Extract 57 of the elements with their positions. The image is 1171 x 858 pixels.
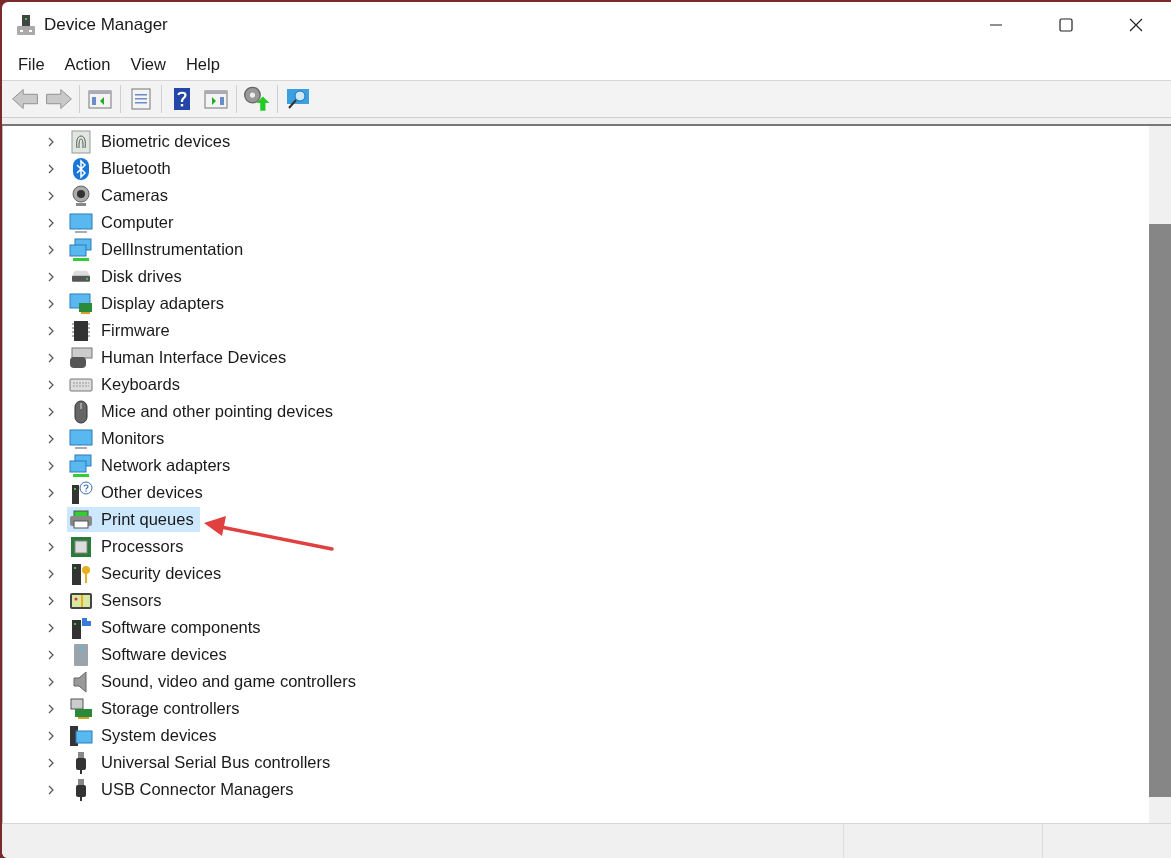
tree-item[interactable]: System devices [67,723,223,748]
networked-computers-icon [69,237,93,262]
menu-item[interactable]: View [120,50,176,78]
tower-monitor-icon [69,723,93,748]
unknown-device-icon [69,480,93,505]
tree-item[interactable]: Sensors [67,588,168,613]
keyboard-gamepad-icon [69,345,93,370]
tree-item[interactable]: Storage controllers [67,696,246,721]
fingerprint-icon [69,129,93,154]
tree-item[interactable]: Software devices [67,642,233,667]
tree-item[interactable]: Other devices [67,480,209,505]
tree-item[interactable]: Network adapters [67,453,237,478]
chip-icon [69,318,93,343]
gear-update-icon [244,86,270,112]
disk-drive-icon [72,269,90,284]
tree-item[interactable]: Universal Serial Bus controllers [67,750,337,775]
tree-item[interactable]: Bluetooth [67,156,177,181]
tree-item[interactable]: Mice and other pointing devices [67,399,340,424]
maximize-icon [1058,17,1074,33]
menu-item[interactable]: File [8,50,55,78]
networked-computers-icon [69,453,93,478]
window-title: Device Manager [44,15,168,35]
tree-item[interactable]: Software components [67,615,267,640]
forward-arrow-icon [46,86,72,112]
printer-icon [69,507,93,532]
minimize-icon [988,24,1004,26]
tree-item[interactable]: DellInstrumentation [67,237,250,262]
tree-item[interactable]: Cameras [67,183,174,208]
back-arrow-icon [12,86,38,112]
monitor-icon [69,426,93,451]
tree-item[interactable]: Biometric devices [67,129,237,154]
tree-item[interactable]: Human Interface Devices [67,345,293,370]
tree-item[interactable]: Disk drives [67,264,188,289]
monitor-icon [69,210,93,235]
tree-item[interactable]: Security devices [67,561,228,586]
processor-icon [69,534,93,559]
tree-item[interactable]: Processors [67,534,190,559]
device-key-icon [69,561,93,586]
properties-sheet-icon [128,86,154,112]
tree-item[interactable]: Print queues [67,507,200,532]
tree-item[interactable]: Firmware [67,318,176,343]
tree-item[interactable]: Monitors [67,426,171,451]
menu-item[interactable]: Help [175,50,230,78]
webcam-icon [69,183,93,208]
scrollbar[interactable] [1149,126,1171,823]
close-icon [1128,17,1144,33]
storage-card-icon [69,696,93,721]
tree-item[interactable]: Keyboards [67,372,186,397]
tree-item[interactable]: Display adapters [67,291,230,316]
tree-item[interactable]: Sound, video and game controllers [67,669,362,694]
device-puzzle-icon [69,615,93,640]
tree-item[interactable]: USB Connector Managers [67,777,300,802]
app-icon [16,14,36,36]
scroll-thumb[interactable] [1149,224,1171,797]
monitor-card-icon [69,291,93,316]
menu-item[interactable]: Action [54,50,121,78]
tree-item[interactable]: Computer [67,210,180,235]
